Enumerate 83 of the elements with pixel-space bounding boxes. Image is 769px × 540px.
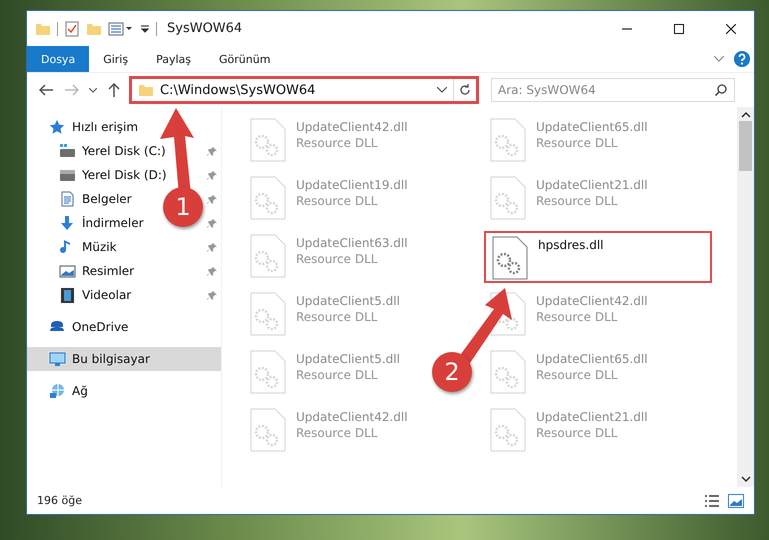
ribbon-tab[interactable]: Görünüm bbox=[205, 46, 284, 72]
scroll-down-icon[interactable] bbox=[740, 475, 750, 483]
scrollbar[interactable] bbox=[737, 107, 754, 487]
file-gear-icon bbox=[490, 176, 526, 220]
file-type: Resource DLL bbox=[536, 368, 618, 382]
file-name: UpdateClient21.dll bbox=[536, 178, 648, 192]
ribbon-tab[interactable]: Dosya bbox=[27, 46, 90, 72]
help-icon[interactable] bbox=[734, 51, 750, 67]
file-name: hpsdres.dll bbox=[538, 238, 604, 252]
search-icon bbox=[715, 84, 727, 96]
sidebar-item-icon bbox=[49, 383, 66, 399]
file-name: UpdateClient5.dll bbox=[296, 352, 400, 366]
file-name: UpdateClient42.dll bbox=[296, 410, 408, 424]
file-type: Resource DLL bbox=[296, 310, 378, 324]
minimize-icon bbox=[622, 28, 632, 30]
file-name: UpdateClient5.dll bbox=[296, 294, 400, 308]
file-type: Resource DLL bbox=[296, 194, 378, 208]
sidebar-item[interactable]: OneDrive bbox=[27, 315, 221, 339]
forward-arrow-icon bbox=[65, 84, 79, 96]
sidebar-item-icon bbox=[59, 263, 76, 279]
file-type: Resource DLL bbox=[296, 136, 378, 150]
chevron-down-icon[interactable] bbox=[437, 87, 447, 93]
file-gear-icon bbox=[490, 408, 526, 452]
address-field[interactable]: C:\Windows\SysWOW64 bbox=[132, 79, 454, 101]
file-type: Resource DLL bbox=[536, 310, 618, 324]
properties-dropdown-icon[interactable] bbox=[108, 20, 134, 36]
file-name: UpdateClient42.dll bbox=[296, 120, 408, 134]
sidebar-item[interactable]: Ağ bbox=[27, 379, 221, 403]
scrollbar-thumb[interactable] bbox=[739, 121, 752, 171]
file-name: UpdateClient65.dll bbox=[536, 120, 648, 134]
file-gear-icon bbox=[490, 118, 526, 162]
file-type: Resource DLL bbox=[296, 252, 378, 266]
sidebar-item[interactable]: İndirmeler bbox=[27, 211, 148, 235]
file-name: UpdateClient21.dll bbox=[536, 410, 648, 424]
sidebar-item-icon bbox=[59, 167, 76, 183]
refresh-icon bbox=[459, 84, 471, 96]
up-arrow-icon bbox=[108, 83, 120, 97]
sidebar-item[interactable]: Belgeler bbox=[27, 187, 136, 211]
sidebar-item[interactable]: Bu bilgisayar bbox=[27, 347, 221, 371]
sidebar-item-icon bbox=[59, 143, 76, 159]
sidebar-item[interactable]: Müzik bbox=[27, 235, 121, 259]
ribbon-tab[interactable]: Paylaş bbox=[142, 46, 205, 72]
file-name: UpdateClient19.dll bbox=[296, 178, 408, 192]
file-gear-icon bbox=[250, 234, 286, 278]
file-type: Resource DLL bbox=[296, 426, 378, 440]
file-name: UpdateClient63.dll bbox=[296, 236, 408, 250]
sidebar-item-icon bbox=[59, 287, 76, 303]
search-field[interactable]: Ara: SysWOW64 bbox=[491, 78, 735, 102]
sidebar-item[interactable]: Yerel Disk (D:) bbox=[27, 163, 171, 187]
file-gear-icon bbox=[250, 176, 286, 220]
sidebar-item[interactable]: Yerel Disk (C:) bbox=[27, 139, 170, 163]
sidebar-item[interactable]: Videolar bbox=[27, 283, 136, 307]
file-type: Resource DLL bbox=[536, 136, 618, 150]
file-type: Resource DLL bbox=[536, 194, 618, 208]
close-icon bbox=[726, 24, 736, 34]
sidebar-item-icon bbox=[49, 351, 66, 367]
back-arrow-icon bbox=[39, 84, 53, 96]
file-type: Resource DLL bbox=[536, 426, 618, 440]
file-item[interactable]: hpsdres.dll bbox=[484, 231, 712, 283]
sidebar-item-icon bbox=[59, 215, 76, 231]
file-gear-icon bbox=[492, 236, 528, 280]
maximize-icon bbox=[674, 24, 684, 34]
file-gear-icon bbox=[490, 350, 526, 394]
sidebar-item-icon bbox=[59, 191, 76, 207]
sidebar-item-icon bbox=[49, 119, 66, 135]
chevron-down-icon bbox=[89, 88, 97, 92]
file-gear-icon bbox=[250, 292, 286, 336]
file-gear-icon bbox=[250, 408, 286, 452]
large-icons-view-icon[interactable] bbox=[728, 494, 744, 508]
sidebar-item[interactable]: Hızlı erişim bbox=[27, 115, 221, 139]
file-name: UpdateClient42.dll bbox=[536, 294, 648, 308]
file-gear-icon bbox=[250, 350, 286, 394]
sidebar-item[interactable]: Resimler bbox=[27, 259, 138, 283]
file-name: UpdateClient65.dll bbox=[536, 352, 648, 366]
file-gear-icon bbox=[250, 118, 286, 162]
scroll-up-icon[interactable] bbox=[740, 111, 750, 119]
window-title: SysWOW64 bbox=[167, 21, 244, 36]
item-count: 196 öğe bbox=[37, 494, 83, 507]
details-view-icon[interactable] bbox=[704, 494, 720, 508]
folder-icon bbox=[138, 82, 154, 98]
ribbon-tab[interactable]: Giriş bbox=[89, 46, 142, 72]
checklist-icon[interactable] bbox=[64, 20, 80, 36]
file-type: Resource DLL bbox=[296, 368, 378, 382]
